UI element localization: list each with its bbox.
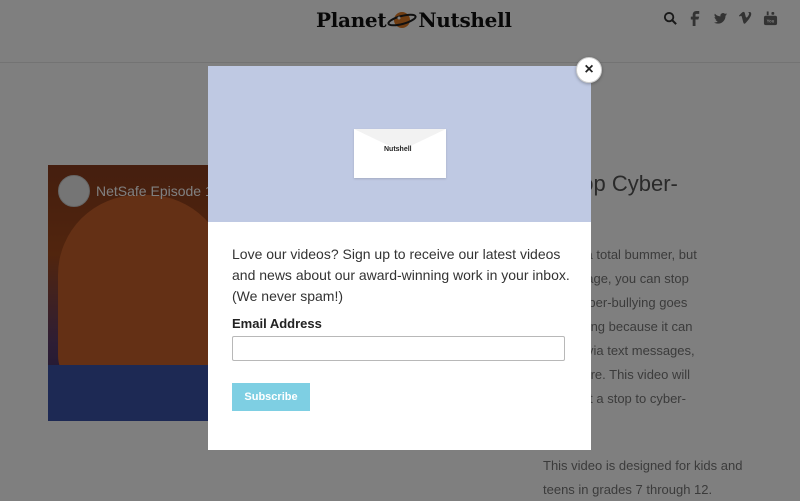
envelope-text: Nutshell — [384, 146, 412, 153]
email-label: Email Address — [232, 316, 322, 331]
newsletter-modal: Nutshell Love our videos? Sign up to rec… — [208, 66, 591, 450]
envelope-icon: Nutshell — [354, 129, 446, 178]
modal-message: Love our videos? Sign up to receive our … — [232, 246, 570, 304]
subscribe-button[interactable]: Subscribe — [232, 383, 310, 411]
close-icon: × — [584, 61, 594, 78]
close-button[interactable]: × — [576, 57, 602, 83]
email-field[interactable] — [232, 336, 565, 361]
modal-hero-banner: Nutshell — [208, 66, 591, 222]
